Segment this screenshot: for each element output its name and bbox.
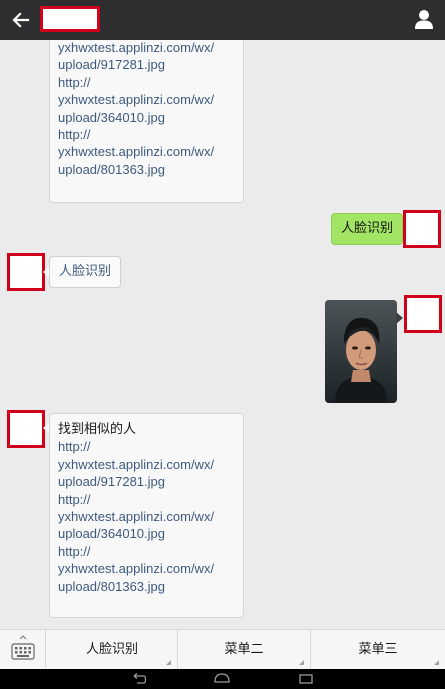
submenu-indicator-icon: [434, 660, 439, 665]
news-link-line: http://: [58, 127, 91, 143]
keyboard-icon: [11, 635, 35, 660]
news-link-line: upload/364010.jpg: [58, 526, 165, 542]
sent-photo[interactable]: [325, 300, 397, 403]
profile-button[interactable]: [413, 8, 435, 30]
sent-message-text: 人脸识别: [341, 221, 394, 236]
back-button[interactable]: [10, 9, 32, 31]
news-link-line: http://: [58, 439, 91, 455]
menu-item-menu-three[interactable]: 菜单三: [311, 630, 445, 670]
news-link-line: http://: [58, 491, 91, 507]
chat-title-avatar: [40, 6, 100, 32]
portrait-image: [325, 300, 397, 403]
bubble-tail: [396, 312, 403, 324]
news-link-line: upload/917281.jpg: [58, 474, 165, 490]
news-link-line: yxhwxtest.applinzi.com/wx/: [58, 456, 215, 472]
news-link-line: upload/364010.jpg: [58, 109, 165, 125]
news-link-line: http://: [58, 74, 91, 90]
bubble-tail: [394, 224, 401, 236]
title-bar: [0, 0, 445, 40]
avatar-self[interactable]: [404, 295, 442, 333]
avatar-bot[interactable]: [7, 410, 45, 448]
received-message-text: 人脸识别: [59, 264, 112, 279]
menu-item-label: 菜单三: [358, 642, 398, 657]
news-link-line: yxhwxtest.applinzi.com/wx/: [58, 92, 215, 108]
news-card-top[interactable]: yxhwxtest.applinzi.com/wx/ upload/917281…: [49, 40, 244, 203]
news-link-line: yxhwxtest.applinzi.com/wx/: [58, 561, 215, 577]
keyboard-toggle-button[interactable]: [0, 630, 46, 670]
menu-item-label: 人脸识别: [85, 642, 138, 657]
menu-item-label: 菜单二: [224, 642, 264, 657]
news-link-line: yxhwxtest.applinzi.com/wx/: [58, 509, 215, 525]
system-navigation-bar: [0, 669, 445, 689]
nav-back-icon[interactable]: [130, 672, 148, 686]
menu-item-menu-two[interactable]: 菜单二: [178, 630, 310, 670]
submenu-indicator-icon: [299, 660, 304, 665]
chat-history[interactable]: yxhwxtest.applinzi.com/wx/ upload/917281…: [0, 40, 445, 629]
submenu-indicator-icon: [166, 660, 171, 665]
nav-recents-icon[interactable]: [297, 672, 315, 686]
avatar-bot[interactable]: [7, 253, 45, 291]
menu-item-face-recognition[interactable]: 人脸识别: [47, 630, 177, 670]
sent-message-bubble[interactable]: 人脸识别: [331, 213, 404, 245]
news-link-line: http://: [58, 543, 91, 559]
person-icon: [415, 10, 433, 29]
news-link-line: upload/801363.jpg: [58, 578, 165, 594]
custom-menu-bar: 人脸识别 菜单二 菜单三: [0, 629, 445, 670]
news-card-bottom[interactable]: 找到相似的人 http:// yxhwxtest.applinzi.com/wx…: [49, 413, 244, 618]
arrow-left-icon: [12, 12, 30, 28]
received-message-bubble[interactable]: 人脸识别: [49, 256, 122, 288]
news-link-line: yxhwxtest.applinzi.com/wx/: [58, 144, 215, 160]
avatar-self[interactable]: [403, 210, 441, 248]
news-link-line: yxhwxtest.applinzi.com/wx/: [58, 40, 215, 55]
nav-home-icon[interactable]: [213, 672, 231, 686]
news-card-title: 找到相似的人: [58, 422, 137, 437]
news-link-line: upload/801363.jpg: [58, 161, 165, 177]
news-link-line: upload/917281.jpg: [58, 57, 165, 73]
